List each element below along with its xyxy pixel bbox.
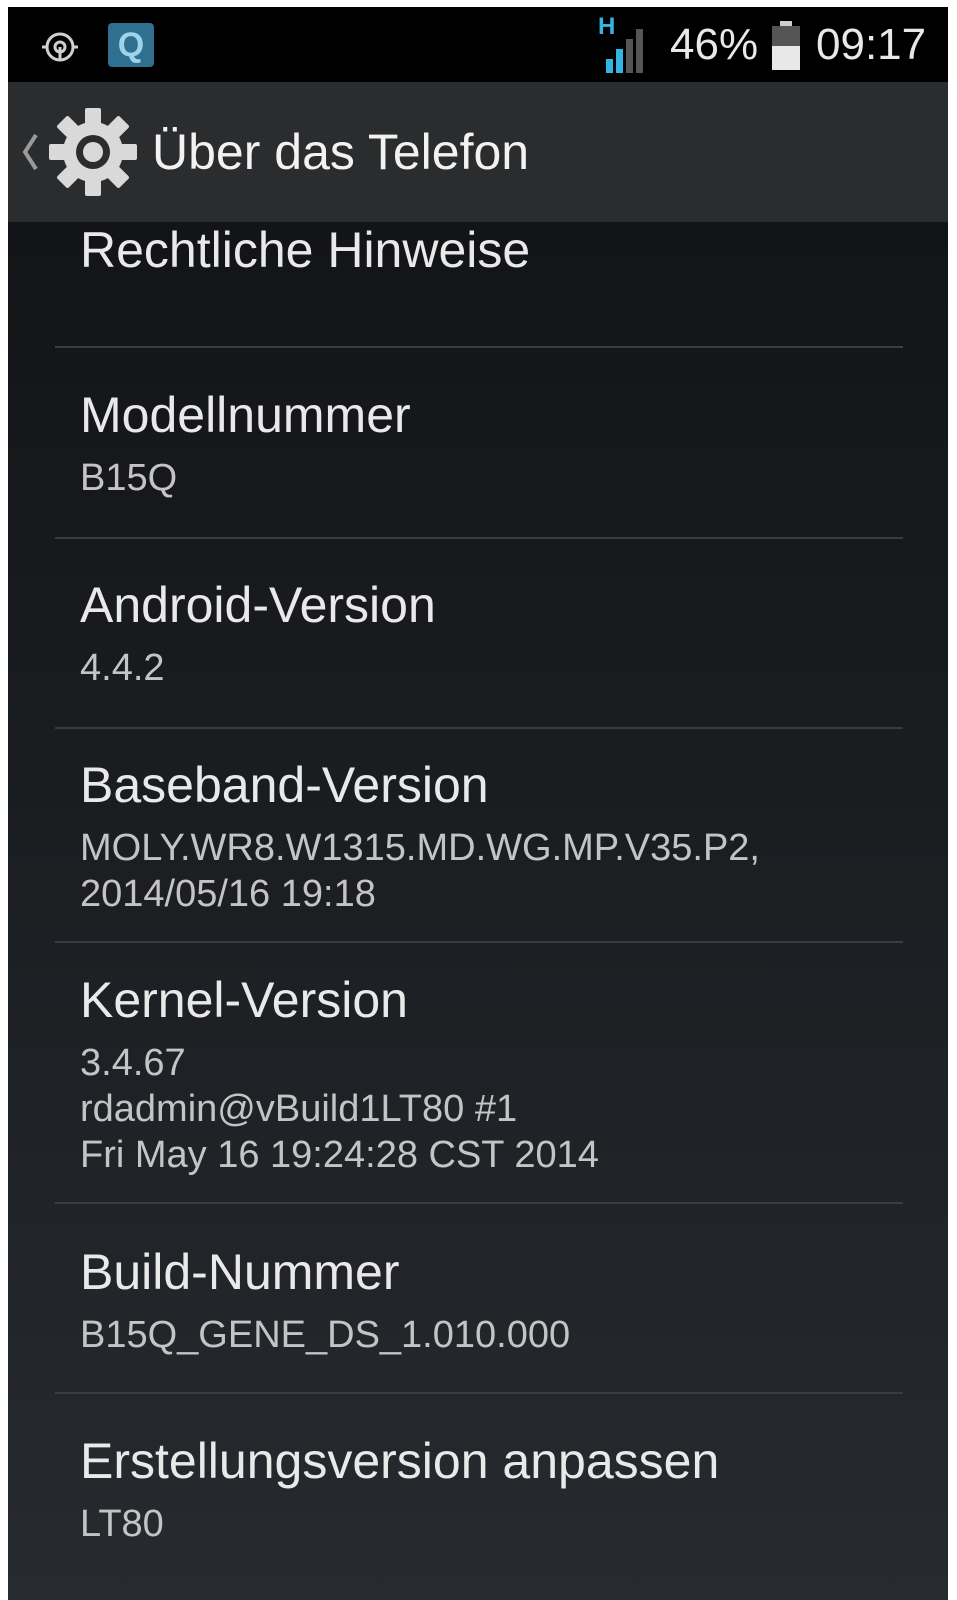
list-item-legal[interactable]: Rechtliche Hinweise (80, 222, 530, 278)
list-item-baseband-version[interactable]: Baseband-Version MOLY.WR8.W1315.MD.WG.MP… (80, 757, 760, 917)
item-title: Build-Nummer (80, 1244, 400, 1300)
page-title: Über das Telefon (152, 124, 530, 180)
q-app-icon-label: Q (117, 26, 145, 64)
phone-screen: Q H 46% 09:17 Über das Telefon Rechtlich… (8, 7, 948, 1600)
divider (55, 1202, 903, 1204)
status-bar: Q H 46% 09:17 (8, 7, 948, 82)
list-item-build-number[interactable]: Build-Nummer B15Q_GENE_DS_1.010.000 (80, 1244, 570, 1358)
divider (55, 346, 903, 348)
battery-icon (770, 21, 802, 76)
divider (55, 537, 903, 539)
chevron-left-icon[interactable] (20, 132, 40, 177)
item-title: Modellnummer (80, 387, 411, 443)
gear-icon[interactable] (48, 107, 138, 202)
item-summary: MOLY.WR8.W1315.MD.WG.MP.V35.P2, 2014/05/… (80, 827, 760, 915)
item-title: Android-Version (80, 577, 436, 633)
network-type: H (598, 13, 616, 40)
item-title: Kernel-Version (80, 972, 408, 1028)
divider (55, 941, 903, 943)
list-item-custom-build-version[interactable]: Erstellungsversion anpassen LT80 (80, 1433, 719, 1547)
list-item-model-number[interactable]: Modellnummer B15Q (80, 387, 411, 501)
item-summary: B15Q_GENE_DS_1.010.000 (80, 1314, 571, 1356)
item-title: Erstellungsversion anpassen (80, 1433, 720, 1489)
action-bar[interactable]: Über das Telefon (8, 82, 948, 222)
list-item-kernel-version[interactable]: Kernel-Version 3.4.67 rdadmin@vBuild1LT8… (80, 972, 599, 1178)
item-title: Baseband-Version (80, 757, 489, 813)
divider (55, 1392, 903, 1394)
list-item-android-version[interactable]: Android-Version 4.4.2 (80, 577, 436, 691)
item-summary: 3.4.67 rdadmin@vBuild1LT80 #1 Fri May 16… (80, 1042, 599, 1176)
item-summary: 4.4.2 (80, 647, 165, 689)
divider (55, 727, 903, 729)
item-summary: B15Q (80, 457, 178, 499)
battery-percent: 46% (670, 20, 759, 69)
sync-icon (38, 27, 82, 72)
q-app-icon: Q (108, 23, 154, 67)
item-summary: LT80 (80, 1503, 164, 1545)
item-title: Rechtliche Hinweise (80, 222, 531, 278)
clock: 09:17 (816, 20, 927, 69)
